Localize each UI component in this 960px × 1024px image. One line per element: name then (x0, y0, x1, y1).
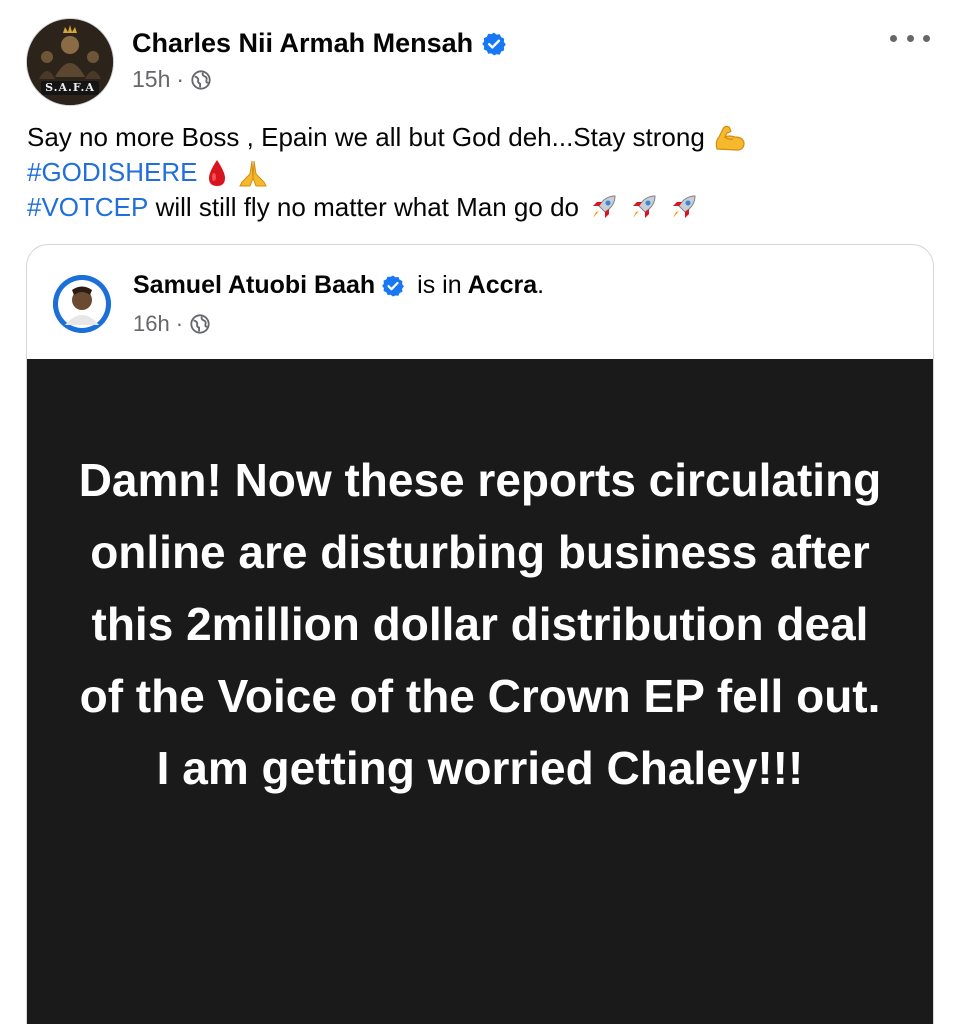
location-link[interactable]: Accra (468, 271, 538, 300)
post-text-line: #GODISHERE (27, 155, 927, 190)
verified-badge-icon (381, 274, 405, 298)
text-post-background[interactable]: Damn! Now these reports circulating onli… (27, 359, 933, 1024)
shared-post-time[interactable]: 16h (133, 311, 170, 337)
post-text-line3: will still fly no matter what Man go do (148, 192, 579, 222)
more-options-icon[interactable] (890, 26, 930, 50)
is-in-text: is in (417, 271, 462, 299)
hashtag-godishere[interactable]: #GODISHERE (27, 155, 198, 190)
post-time[interactable]: 15h (132, 66, 170, 93)
shared-post-card[interactable]: Samuel Atuobi Baah is in Accra. 16h · Da… (26, 244, 934, 1024)
post-meta: 15h · (132, 66, 212, 93)
verified-badge-icon (481, 31, 507, 57)
location-period: . (537, 271, 545, 299)
globe-icon (189, 313, 211, 335)
rocket-emoji (667, 192, 699, 224)
post-text-line1: Say no more Boss , Epain we all but God … (27, 122, 705, 152)
meta-separator: · (176, 66, 185, 92)
post-text-line: #VOTCEP will still fly no matter what Ma… (27, 190, 927, 225)
avatar-logo-text: S.A.F.A (45, 81, 95, 94)
rocket-emoji (627, 192, 659, 224)
author-name-row: Charles Nii Armah Mensah (132, 28, 507, 59)
flexed-biceps-emoji (713, 123, 747, 153)
folded-hands-emoji (236, 158, 270, 188)
meta-separator: · (175, 311, 184, 336)
post-text-line: Say no more Boss , Epain we all but God … (27, 120, 927, 155)
text-post-content: Damn! Now these reports circulating onli… (78, 454, 882, 794)
globe-icon (190, 69, 212, 91)
rocket-emoji (587, 192, 619, 224)
shared-post-meta: 16h · (133, 311, 211, 337)
hashtag-votcep[interactable]: #VOTCEP (27, 190, 148, 225)
facebook-post: S.A.F.A Charles Nii Armah Mensah 15h · S… (0, 0, 960, 1024)
drop-of-blood-emoji (206, 158, 228, 188)
post-text: Say no more Boss , Epain we all but God … (27, 120, 927, 225)
author-avatar[interactable]: S.A.F.A (26, 18, 114, 106)
shared-author-avatar[interactable] (53, 275, 111, 333)
shared-author-row: Samuel Atuobi Baah is in Accra. (133, 271, 544, 300)
shared-author-name[interactable]: Samuel Atuobi Baah (133, 271, 375, 300)
author-name[interactable]: Charles Nii Armah Mensah (132, 28, 473, 59)
